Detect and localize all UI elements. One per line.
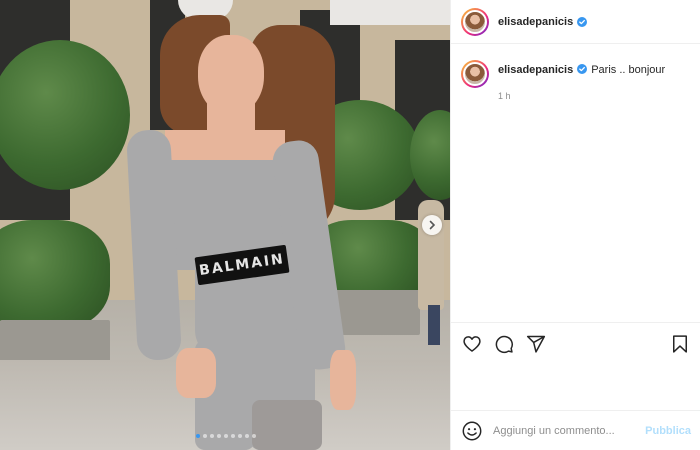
avatar-image — [463, 9, 487, 34]
caption-avatar[interactable] — [461, 60, 489, 88]
carousel-dot — [252, 434, 256, 438]
hedge — [0, 220, 110, 330]
carousel-dot — [210, 434, 214, 438]
next-slide-button[interactable] — [422, 215, 442, 235]
header-username[interactable]: elisadepanicis — [498, 16, 573, 28]
carousel-dot — [217, 434, 221, 438]
model-right-hand — [330, 350, 356, 410]
comment-icon — [495, 335, 513, 353]
verified-badge-icon — [577, 64, 588, 74]
carousel-dot — [196, 434, 200, 438]
carousel-dot — [203, 434, 207, 438]
emoji-icon[interactable] — [461, 420, 483, 442]
post-side-panel: elisadepanicis elisadepanicis Paris .. b… — [450, 0, 700, 450]
chevron-right-icon — [429, 220, 436, 230]
comment-button[interactable] — [493, 333, 515, 355]
save-button[interactable] — [669, 333, 691, 355]
carousel-dot — [238, 434, 242, 438]
verified-badge-icon — [577, 16, 588, 27]
avatar-image — [463, 62, 487, 86]
post-photo[interactable]: BALMAIN — [0, 0, 450, 450]
share-button[interactable] — [525, 333, 547, 355]
caption-body: elisadepanicis Paris .. bonjour 1 h — [498, 60, 665, 101]
add-comment-bar: Pubblica — [451, 410, 700, 450]
carousel-dot — [224, 434, 228, 438]
heart-icon — [463, 335, 481, 352]
model-boot — [252, 400, 322, 450]
awning — [330, 0, 450, 25]
caption-username[interactable]: elisadepanicis — [498, 64, 573, 76]
post-timestamp[interactable]: 1 h — [498, 91, 665, 101]
carousel-dot — [231, 434, 235, 438]
publish-button[interactable]: Pubblica — [645, 425, 691, 437]
carousel-indicator — [196, 434, 256, 438]
model-left-hand — [176, 348, 216, 398]
avatar[interactable] — [461, 7, 489, 36]
caption-text: Paris .. bonjour — [591, 64, 666, 76]
comment-input[interactable] — [493, 424, 633, 437]
carousel-dot — [245, 434, 249, 438]
like-button[interactable] — [461, 333, 483, 355]
bookmark-icon — [673, 334, 687, 353]
belt-logo-text: BALMAIN — [198, 251, 286, 279]
post-actions — [451, 322, 700, 364]
caption-row: elisadepanicis Paris .. bonjour 1 h — [451, 44, 700, 101]
background-person-legs — [428, 305, 440, 345]
share-icon — [526, 335, 546, 353]
post-header: elisadepanicis — [451, 0, 700, 44]
